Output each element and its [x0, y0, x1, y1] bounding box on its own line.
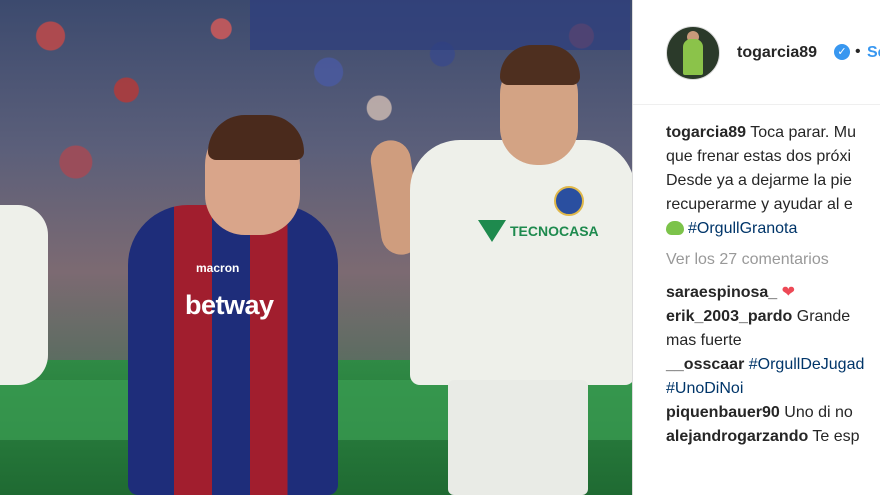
comment-username[interactable]: saraespinosa_	[666, 284, 777, 301]
follow-button[interactable]: Se	[867, 44, 880, 62]
view-comments-link[interactable]: Ver los 27 comentarios	[666, 247, 880, 281]
comment-item: alejandrogarzando Te esp	[666, 425, 880, 449]
comment-item: erik_2003_pardo Grande	[666, 305, 880, 329]
avatar-figure	[683, 39, 703, 75]
player-right-shorts	[448, 380, 588, 495]
comment-text: Grande	[796, 308, 851, 325]
caption-text: Toca parar. Mu	[750, 124, 857, 141]
right-sponsor: TECNOCASA	[478, 220, 599, 242]
post-content: togarcia89 Toca parar. Mu que frenar est…	[666, 121, 880, 449]
player-right-kit	[410, 140, 632, 385]
post-header: togarcia89 ✓ • Se	[633, 0, 880, 105]
comment-text-continued: mas fuerte	[666, 332, 742, 349]
comment-text: Te esp	[812, 428, 860, 445]
avatar[interactable]	[666, 26, 720, 80]
comment-text: Uno di no	[784, 404, 853, 421]
caption-line: togarcia89 Toca parar. Mu	[666, 121, 880, 145]
frog-emoji-icon	[666, 221, 684, 235]
kit-brand-label: macron	[196, 261, 240, 275]
caption-line: recuperarme y ayudar al e	[666, 196, 853, 213]
caption-line: Desde ya a dejarme la pie	[666, 172, 852, 189]
caption-line: #OrgullGranota	[666, 217, 880, 241]
heart-emoji-icon: ❤	[781, 284, 796, 301]
verified-badge-icon: ✓	[834, 44, 850, 60]
right-sponsor-label: TECNOCASA	[510, 223, 599, 239]
comment-item: __osscaar #OrgullDeJugad	[666, 353, 880, 377]
sponsor-logo-icon	[478, 220, 506, 242]
comment-item: saraespinosa_ ❤	[666, 281, 880, 305]
player-left-hair	[208, 115, 304, 160]
comment-item: piquenbauer90 Uno di no	[666, 401, 880, 425]
hashtag-link[interactable]: #OrgullGranota	[688, 220, 797, 237]
hashtag-link[interactable]: #UnoDiNoi	[666, 377, 880, 401]
comment-username[interactable]: alejandrogarzando	[666, 428, 808, 445]
left-sponsor-label: betway	[185, 290, 274, 320]
hashtag-link[interactable]: #OrgullDeJugad	[749, 356, 865, 373]
separator-dot: •	[855, 43, 861, 60]
caption-username[interactable]: togarcia89	[666, 124, 746, 141]
stadium-banner	[250, 0, 630, 50]
player-left-kit	[128, 205, 338, 495]
comment-username[interactable]: __osscaar	[666, 356, 744, 373]
post-sidebar: togarcia89 ✓ • Se togarcia89 Toca parar.…	[632, 0, 880, 495]
header-username[interactable]: togarcia89	[737, 44, 817, 62]
comment-username[interactable]: erik_2003_pardo	[666, 308, 792, 325]
caption-line: que frenar estas dos próxi	[666, 148, 851, 165]
post-photo[interactable]: macron betway TECNOCASA	[0, 0, 632, 495]
player-edge	[0, 205, 48, 385]
club-crest-icon	[554, 186, 584, 216]
comment-username[interactable]: piquenbauer90	[666, 404, 780, 421]
